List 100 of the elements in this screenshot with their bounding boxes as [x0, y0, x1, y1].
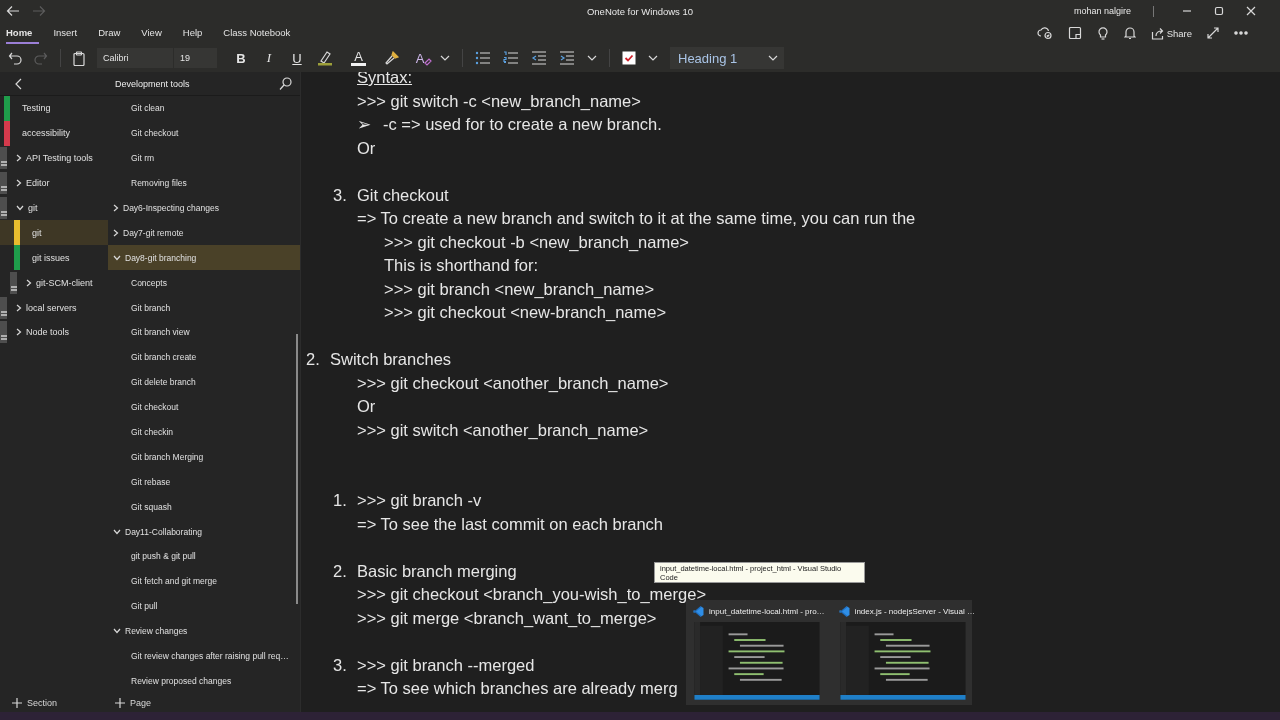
note-text: Basic branch merging: [357, 561, 517, 580]
todo-checkbox-icon[interactable]: [622, 51, 636, 65]
add-page-button[interactable]: Page: [115, 698, 152, 708]
format-painter-icon[interactable]: [384, 50, 400, 66]
lightbulb-icon[interactable]: [1096, 26, 1109, 40]
note-text: >>> git merge <branch_want_to_merge>: [357, 608, 657, 627]
page-group[interactable]: Day11-Collaborating: [108, 519, 300, 545]
note-text: Syntax:: [357, 72, 413, 86]
page-item[interactable]: Review proposed changes: [108, 668, 300, 694]
page-item[interactable]: Git checkin: [108, 419, 300, 445]
chevron-right-icon[interactable]: [16, 179, 22, 188]
underline-button[interactable]: U: [289, 50, 305, 66]
chevron-right-icon[interactable]: [113, 228, 119, 237]
ribbon-tab[interactable]: Insert: [53, 22, 85, 44]
page-item[interactable]: Git branch create: [108, 344, 300, 370]
font-field[interactable]: Calibri: [97, 48, 173, 68]
page-item[interactable]: Git checkout: [108, 120, 300, 146]
numbered-list-icon[interactable]: [503, 51, 519, 65]
ribbon-tab[interactable]: Draw: [98, 22, 128, 44]
bell-icon[interactable]: [1123, 26, 1136, 40]
more-icon[interactable]: [1234, 31, 1248, 35]
window-title[interactable]: index.js - nodejsServer - Visual …: [854, 607, 975, 617]
undo-icon[interactable]: [8, 51, 22, 65]
section-tab[interactable]: Testing: [0, 96, 108, 121]
add-section-button[interactable]: Section: [12, 698, 58, 708]
cloud-sync-icon[interactable]: [1036, 26, 1053, 40]
bullet-list-icon[interactable]: [475, 51, 491, 65]
notebook-icon[interactable]: [1067, 26, 1082, 40]
page-group[interactable]: Review changes: [108, 618, 300, 644]
page-item[interactable]: Git pull: [108, 593, 300, 619]
chevron-right-icon[interactable]: [16, 303, 22, 312]
chevron-right-icon[interactable]: [113, 204, 119, 212]
note-text: >>> git checkout <another_branch_name>: [357, 373, 669, 392]
page-item[interactable]: Git clean: [108, 96, 300, 121]
note-text: >>> git checkout -b <new_branch_name>: [384, 232, 689, 251]
page-item[interactable]: Git delete branch: [108, 369, 300, 395]
section-tab[interactable]: git: [0, 195, 108, 221]
chevron-right-icon[interactable]: [16, 154, 22, 163]
italic-button[interactable]: I: [261, 50, 277, 66]
section-tab[interactable]: Editor: [0, 170, 108, 196]
search-icon[interactable]: [279, 77, 292, 90]
chevron-down-icon[interactable]: [587, 55, 597, 61]
chevron-right-icon[interactable]: [26, 278, 32, 287]
clear-formatting-button[interactable]: A: [412, 50, 428, 66]
plus-icon: [115, 698, 125, 708]
window-title[interactable]: input_datetime-local.html - pro…: [709, 607, 825, 617]
ribbon-tab[interactable]: Class Notebook: [223, 22, 298, 44]
page-group[interactable]: Day8-git branching: [108, 245, 300, 271]
page-item[interactable]: Git rebase: [108, 469, 300, 495]
scrollbar[interactable]: [296, 334, 298, 604]
note-text: Or: [357, 138, 376, 157]
style-dropdown[interactable]: Heading 1: [670, 47, 784, 69]
chevron-down-icon[interactable]: [113, 254, 121, 261]
ribbon-tab[interactable]: View: [141, 22, 169, 44]
chevron-right-icon[interactable]: [16, 328, 22, 337]
section-tab[interactable]: API Testing tools: [0, 145, 108, 171]
note-text: Or: [357, 397, 376, 415]
window-thumbnail-drawing[interactable]: [691, 622, 823, 700]
section-tab[interactable]: git-SCM-client: [0, 270, 108, 296]
section-tab[interactable]: local servers: [0, 295, 108, 320]
page-item[interactable]: Git checkout: [108, 394, 300, 420]
share-button[interactable]: Share: [1150, 26, 1192, 40]
chevron-down-icon[interactable]: [16, 205, 24, 211]
maximize-icon[interactable]: [1214, 6, 1224, 16]
chevron-down-icon[interactable]: [113, 528, 121, 535]
section-tab[interactable]: git issues: [0, 245, 108, 271]
note-text: >>> git branch --merged: [357, 655, 535, 674]
back-arrow-icon[interactable]: [6, 5, 20, 17]
indent-icon[interactable]: [559, 51, 575, 65]
chevron-down-icon[interactable]: [113, 628, 121, 635]
page-item[interactable]: Git fetch and git merge: [108, 568, 300, 594]
page-group[interactable]: Day6-Inspecting changes: [108, 195, 300, 221]
clipboard-icon[interactable]: [73, 50, 85, 66]
page-group[interactable]: Day7-git remote: [108, 220, 300, 246]
close-icon[interactable]: [1246, 6, 1256, 16]
back-chevron-icon[interactable]: [14, 77, 22, 90]
highlighter-icon[interactable]: [317, 50, 333, 66]
page-item[interactable]: git push & git pull: [108, 544, 300, 569]
page-item[interactable]: Git squash: [108, 494, 300, 520]
note-text: Git checkout: [357, 185, 449, 204]
font-size-field[interactable]: 19: [173, 48, 217, 68]
page-item[interactable]: Removing files: [108, 170, 300, 196]
outdent-icon[interactable]: [531, 51, 547, 65]
page-item[interactable]: Concepts: [108, 270, 300, 296]
user-name: mohan nalgire: [1073, 6, 1131, 16]
font-color-button[interactable]: A: [351, 50, 366, 66]
page-item[interactable]: Git review changes after raising pull req…: [108, 643, 300, 669]
section-tab[interactable]: accessibility: [0, 120, 108, 146]
ribbon-tab[interactable]: Help: [182, 22, 210, 44]
plus-icon: [12, 698, 22, 708]
bold-button[interactable]: B: [233, 50, 249, 66]
chevron-down-icon[interactable]: [440, 55, 450, 61]
expand-icon[interactable]: [1207, 27, 1219, 39]
page-item[interactable]: Git rm: [108, 145, 300, 171]
page-item[interactable]: Git branch Merging: [108, 444, 300, 470]
chevron-down-icon[interactable]: [648, 55, 658, 61]
section-tab[interactable]: git: [0, 220, 108, 246]
page-item[interactable]: Git branch view: [108, 320, 300, 345]
section-tab[interactable]: Node tools: [0, 320, 108, 345]
page-item[interactable]: Git branch: [108, 295, 300, 320]
